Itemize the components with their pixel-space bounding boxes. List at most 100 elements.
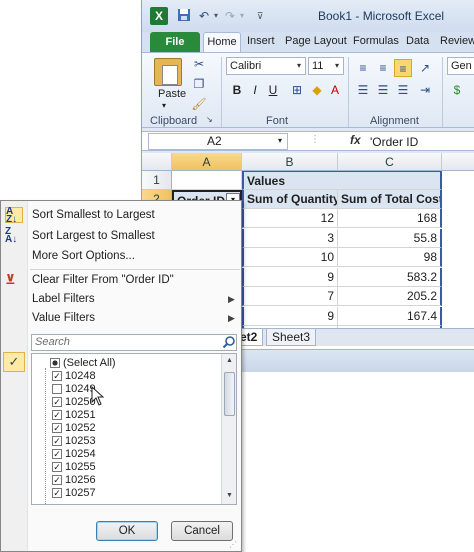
tab-review[interactable]: Review — [440, 35, 474, 47]
insert-function-icon[interactable]: fx — [350, 133, 361, 147]
checkbox[interactable]: ✓ — [52, 488, 62, 498]
select-all-corner[interactable] — [142, 153, 172, 171]
checkbox[interactable]: ✓ — [52, 449, 62, 459]
save-icon[interactable] — [176, 8, 192, 24]
align-right-icon[interactable]: ☰ — [394, 81, 412, 99]
cell-quantity[interactable]: 7 — [242, 287, 338, 306]
align-left-icon[interactable]: ☰ — [354, 81, 372, 99]
cell-quantity[interactable]: 3 — [242, 228, 338, 248]
checkbox[interactable]: ✓ — [52, 462, 62, 472]
search-input[interactable]: Search — [31, 334, 237, 351]
cell-quantity[interactable]: 12 — [242, 209, 338, 228]
paste-button[interactable]: Paste — [158, 88, 186, 100]
menu-item-more-sort-options[interactable]: More Sort Options... — [1, 246, 241, 266]
check-mark-icon: ✓ — [3, 352, 25, 372]
scroll-down-icon[interactable]: ▼ — [226, 492, 233, 499]
ribbon: Paste ▾ ✂ ❐ 🖌 Clipboard ↘ Calibri ▾ 11 ▾… — [142, 52, 474, 128]
tab-data[interactable]: Data — [406, 35, 429, 47]
cut-icon[interactable]: ✂ — [190, 55, 208, 73]
tab-page-layout[interactable]: Page Layout — [285, 35, 347, 47]
checkbox[interactable]: ✓ — [52, 423, 62, 433]
format-painter-icon[interactable]: 🖌 — [190, 95, 208, 113]
checkbox[interactable]: ✓ — [52, 397, 62, 407]
tab-formulas[interactable]: Formulas — [353, 35, 399, 47]
cell-quantity[interactable]: 9 — [242, 306, 338, 326]
copy-icon[interactable]: ❐ — [190, 75, 208, 93]
menu-item-value-filters[interactable]: Value Filters ▶ — [1, 308, 241, 328]
menu-item-label-filters[interactable]: Label Filters ▶ — [1, 289, 241, 309]
checkbox[interactable]: ✓ — [52, 475, 62, 485]
align-top-icon[interactable]: ≡ — [354, 59, 372, 77]
list-item-label: 10257 — [65, 487, 96, 499]
cell-sum-total-cost[interactable]: Sum of Total Cost — [338, 190, 442, 209]
cell-total-cost[interactable]: 168 — [338, 209, 442, 228]
clipboard-launcher-icon[interactable]: ↘ — [206, 115, 213, 124]
bold-button[interactable]: B — [228, 81, 246, 99]
cell-total-cost[interactable]: 98 — [338, 248, 442, 267]
cell-quantity[interactable]: 10 — [242, 248, 338, 267]
tab-insert[interactable]: Insert — [247, 35, 275, 47]
column-header-c[interactable]: C — [338, 153, 442, 171]
indent-icon[interactable]: ⇥ — [416, 81, 434, 99]
cell-total-cost[interactable]: 55.8 — [338, 228, 442, 248]
ok-button[interactable]: OK — [96, 521, 158, 541]
align-middle-icon[interactable]: ≡ — [374, 59, 392, 77]
font-size-dropdown-icon[interactable]: ▾ — [328, 57, 346, 75]
formula-input[interactable]: 'Order ID — [370, 135, 418, 149]
group-divider — [221, 57, 222, 127]
cell-total-cost[interactable]: 167.4 — [338, 306, 442, 326]
tab-file[interactable]: File — [150, 32, 200, 52]
cell-total-cost[interactable]: 205.2 — [338, 287, 442, 306]
underline-button[interactable]: U — [264, 81, 282, 99]
sheet-tab-sheet3[interactable]: Sheet3 — [266, 329, 317, 346]
menu-item-clear-filter[interactable]: ⊻ Clear Filter From "Order ID" — [1, 270, 241, 290]
tab-home[interactable]: Home — [203, 32, 241, 53]
row-header[interactable]: 1 — [142, 171, 172, 190]
align-center-icon[interactable]: ☰ — [374, 81, 392, 99]
scroll-thumb[interactable] — [224, 372, 235, 416]
redo-dropdown-icon[interactable]: ▾ — [234, 8, 250, 24]
checkbox[interactable] — [50, 358, 60, 368]
align-bottom-icon[interactable]: ≡ — [394, 59, 412, 77]
paste-icon[interactable] — [154, 58, 182, 86]
name-box-dropdown-icon[interactable]: ▾ — [278, 136, 282, 145]
cell-sum-quantity[interactable]: Sum of Quantity — [242, 190, 338, 209]
list-item-label: 10252 — [65, 422, 96, 434]
excel-logo-icon: X — [150, 7, 168, 25]
cell-a1[interactable] — [172, 171, 242, 190]
list-scrollbar[interactable]: ▲ ▼ — [221, 354, 236, 504]
cell-quantity[interactable]: 9 — [242, 267, 338, 287]
checkbox[interactable]: ✓ — [52, 371, 62, 381]
orientation-icon[interactable]: ↗ — [416, 59, 434, 77]
cancel-button[interactable]: Cancel — [171, 521, 233, 541]
search-icon — [222, 336, 235, 349]
checkbox[interactable]: ✓ — [52, 410, 62, 420]
currency-icon[interactable]: $ — [448, 81, 466, 99]
customize-icon[interactable]: ⊽ — [252, 8, 268, 24]
menu-item-sort-ascending[interactable]: A Z↓ Sort Smallest to Largest — [1, 205, 241, 225]
group-divider — [442, 57, 443, 127]
column-header-d[interactable] — [442, 153, 474, 171]
fill-color-icon[interactable]: ◆ — [308, 81, 326, 99]
checkbox[interactable] — [52, 384, 62, 394]
cell-total-cost[interactable]: 583.2 — [338, 267, 442, 287]
italic-button[interactable]: I — [246, 81, 264, 99]
menu-item-label: Value Filters — [32, 312, 96, 324]
menu-item-sort-descending[interactable]: Z A↓ Sort Largest to Smallest — [1, 226, 241, 246]
menu-item-label: Sort Largest to Smallest — [32, 230, 155, 242]
number-format-select[interactable]: Gen — [447, 57, 474, 75]
name-box[interactable]: A2 — [148, 133, 288, 150]
scroll-up-icon[interactable]: ▲ — [226, 357, 233, 364]
menu-item-label: Sort Smallest to Largest — [32, 209, 155, 221]
list-item-label: 10248 — [65, 370, 96, 382]
cell-values-header[interactable]: Values — [242, 171, 442, 190]
column-header-b[interactable]: B — [242, 153, 338, 171]
paste-dropdown-icon[interactable]: ▾ — [162, 101, 166, 110]
column-header-a[interactable]: A — [172, 153, 242, 171]
filter-value-list[interactable]: (Select All) ✓ 10248 10249 ✓ 10250 ✓ 10251 ✓ 1025… — [31, 353, 237, 505]
checkbox[interactable]: ✓ — [52, 436, 62, 446]
borders-icon[interactable]: ⊞ — [288, 81, 306, 99]
font-name-dropdown-icon[interactable]: ▾ — [290, 57, 308, 75]
resize-grip-icon[interactable]: ⋰ — [229, 540, 237, 549]
font-color-icon[interactable]: A — [326, 81, 344, 99]
